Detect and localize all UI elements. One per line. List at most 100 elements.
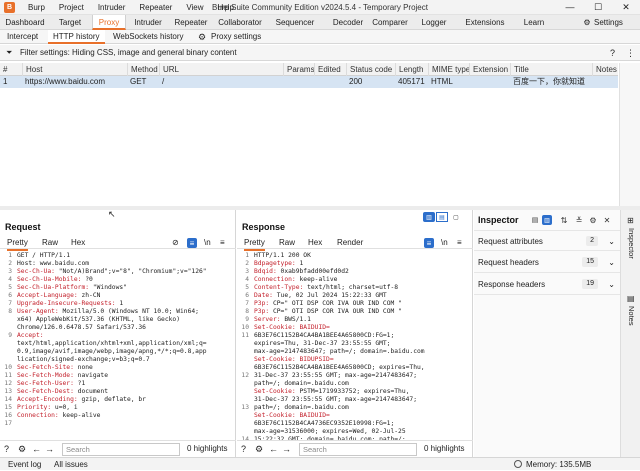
cell-status-code: 200 (349, 77, 363, 86)
response-search-input[interactable]: Search (299, 443, 417, 456)
menu-view[interactable]: View (179, 3, 210, 12)
table-scrollbar[interactable] (619, 63, 640, 206)
tab-dashboard[interactable]: Dashboard (2, 15, 48, 30)
menu-icon[interactable]: ≡ (457, 236, 462, 249)
event-log-link[interactable]: Event log (8, 458, 41, 471)
layout-panel-icon[interactable]: ▥ (542, 215, 552, 225)
inspector-section-request-attributes[interactable]: Request attributes 2 ⌄ (474, 230, 620, 251)
request-search-input[interactable]: Search (62, 443, 180, 456)
request-line-number: 16 (4, 412, 12, 419)
tab-proxy-settings[interactable]: Proxy settings (206, 30, 266, 44)
response-panel: Response ▥ ▤ ▢ Pretty Raw Hex Render ≡ \… (237, 210, 473, 457)
request-tab-hex[interactable]: Hex (71, 236, 85, 249)
notes-side-icon[interactable]: ▤ (627, 294, 635, 303)
request-line: Accept-Encoding: gzip, deflate, br (17, 396, 146, 403)
response-tab-pretty[interactable]: Pretty (244, 236, 265, 251)
col-status-code[interactable]: Status code (346, 63, 392, 76)
maximize-button[interactable]: ☐ (584, 0, 612, 15)
close-button[interactable]: ✕ (612, 0, 640, 15)
request-editor[interactable]: 1 GET / HTTP/1.1 2 Host: www.baidu.com 3 Sec-… (0, 250, 234, 440)
gear-icon[interactable]: ⚙ (588, 215, 598, 225)
col-extension[interactable]: Extension (469, 63, 508, 76)
help-icon[interactable]: ? (4, 444, 9, 454)
tab-learn[interactable]: Learn (516, 15, 552, 30)
wrap-format-icon[interactable]: ≡ (187, 238, 197, 248)
col-notes[interactable]: Notes (592, 63, 617, 76)
tab-proxy[interactable]: Proxy (92, 15, 126, 30)
close-inspector-icon[interactable]: ✕ (602, 215, 612, 225)
tab-target[interactable]: Target (52, 15, 88, 30)
response-line: path=/; domain=.baidu.com (254, 380, 349, 387)
eye-off-icon[interactable]: ⊘ (172, 236, 179, 249)
tab-extensions[interactable]: Extensions (456, 15, 514, 30)
newline-icon[interactable]: \n (204, 236, 211, 249)
request-tab-raw[interactable]: Raw (42, 236, 58, 249)
request-line-number: 7 (8, 300, 12, 307)
tab-http-history[interactable]: HTTP history (48, 30, 105, 44)
layout-single-icon[interactable]: ▢ (450, 212, 462, 222)
menu-help[interactable]: Help (211, 3, 241, 12)
settings-icon[interactable]: ⚙ (255, 444, 263, 455)
request-line: lication/signed-exchange;v=b3;q=0.7 (17, 356, 150, 363)
side-tab-inspector[interactable]: Inspector (624, 228, 638, 268)
more-options-icon[interactable]: ⋮ (626, 45, 635, 61)
tab-intercept[interactable]: Intercept (2, 30, 43, 44)
layout-split-horizontal-icon[interactable]: ▥ (423, 212, 435, 222)
menu-icon[interactable]: ≡ (220, 236, 225, 249)
forward-icon[interactable]: → (45, 444, 54, 454)
col-params[interactable]: Params (283, 63, 315, 76)
col-length[interactable]: Length (395, 63, 423, 76)
help-icon[interactable]: ? (241, 444, 246, 454)
sort-icon[interactable]: ⇅ (559, 215, 569, 225)
tab-settings[interactable]: Settings (594, 15, 634, 30)
tab-repeater[interactable]: Repeater (172, 15, 210, 30)
request-tab-pretty[interactable]: Pretty (7, 236, 28, 251)
response-tab-render[interactable]: Render (337, 236, 363, 249)
wrap-format-icon[interactable]: ≡ (424, 238, 434, 248)
side-tab-notes[interactable]: Notes (624, 306, 638, 336)
all-issues-link[interactable]: All issues (54, 458, 88, 471)
col-edited[interactable]: Edited (314, 63, 341, 76)
layout-list-icon[interactable]: ▤ (530, 215, 540, 225)
response-line: expires=Thu, 31-Dec-37 23:55:55 GMT; (254, 340, 391, 347)
col-method[interactable]: Method (127, 63, 158, 76)
tab-comparer[interactable]: Comparer (370, 15, 410, 30)
response-tab-hex[interactable]: Hex (308, 236, 322, 249)
gear-icon[interactable]: ⚙ (580, 15, 594, 30)
table-row[interactable]: 1 https://www.baidu.com GET / 200 405171… (0, 76, 618, 88)
tab-logger[interactable]: Logger (414, 15, 454, 30)
minimize-button[interactable]: — (556, 0, 584, 15)
collapse-icon[interactable]: ≚ (574, 215, 584, 225)
inspector-section-request-headers[interactable]: Request headers 15 ⌄ (474, 252, 620, 273)
col-mime-type[interactable]: MIME type (428, 63, 470, 76)
response-tab-raw[interactable]: Raw (279, 236, 295, 249)
settings-icon[interactable]: ⚙ (18, 444, 26, 455)
gear-icon[interactable]: ⚙ (198, 30, 206, 44)
layout-split-vertical-icon[interactable]: ▤ (436, 212, 448, 222)
filter-bar[interactable]: ⏷ Filter settings: Hiding CSS, image and… (0, 45, 640, 61)
tab-decoder[interactable]: Decoder (324, 15, 372, 30)
col-title[interactable]: Title (510, 63, 529, 76)
cell-host: https://www.baidu.com (25, 77, 106, 86)
response-editor[interactable]: 1 HTTP/1.1 200 OK 2 Bdpagetype: 1 3 Bdqid: 0x… (237, 250, 471, 440)
menu-repeater[interactable]: Repeater (132, 3, 179, 12)
section-count-badge: 19 (582, 279, 598, 289)
chevron-down-icon: ⌄ (608, 237, 615, 246)
menu-project[interactable]: Project (52, 3, 91, 12)
col-number[interactable]: # (0, 63, 7, 76)
menu-intruder[interactable]: Intruder (91, 3, 133, 12)
col-url[interactable]: URL (159, 63, 179, 76)
inspector-section-response-headers[interactable]: Response headers 19 ⌄ (474, 274, 620, 295)
newline-icon[interactable]: \n (441, 236, 448, 249)
tab-websockets-history[interactable]: WebSockets history (108, 30, 189, 44)
request-line: Priority: u=0, i (17, 404, 78, 411)
response-line-number: 2 (245, 260, 249, 267)
help-icon[interactable]: ? (610, 45, 615, 61)
menu-burp[interactable]: Burp (21, 3, 52, 12)
col-host[interactable]: Host (22, 63, 42, 76)
back-icon[interactable]: ← (32, 444, 41, 454)
inspector-side-icon[interactable]: ⊞ (627, 216, 634, 225)
back-icon[interactable]: ← (269, 444, 278, 454)
forward-icon[interactable]: → (282, 444, 291, 454)
tab-intruder[interactable]: Intruder (130, 15, 166, 30)
